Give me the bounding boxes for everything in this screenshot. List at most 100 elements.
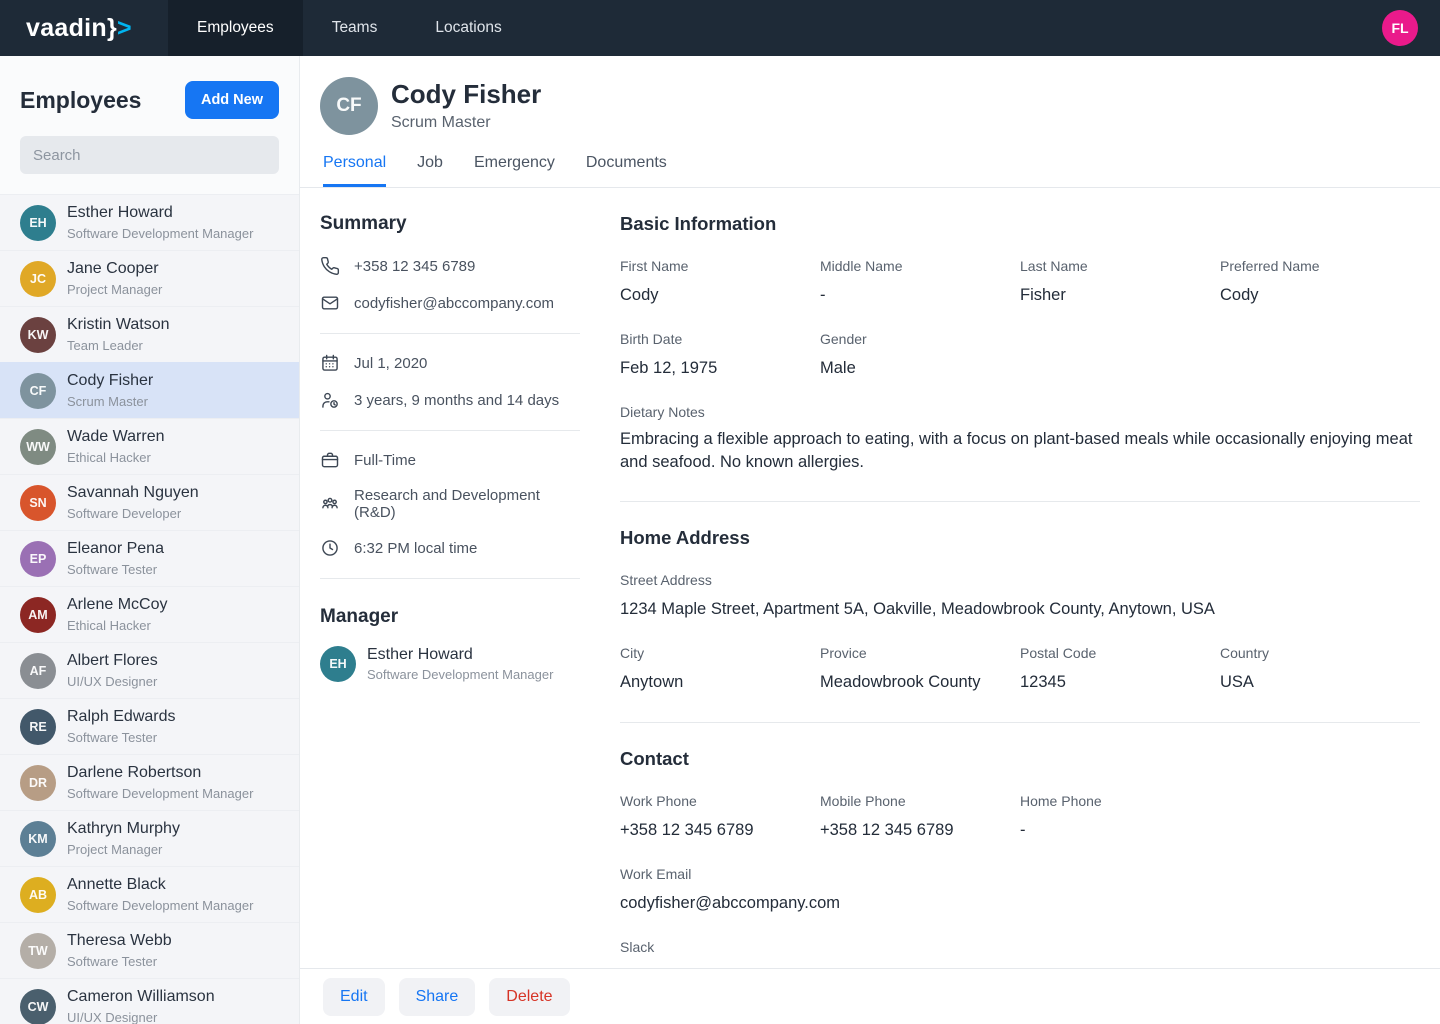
employee-role: Software Developer bbox=[67, 506, 199, 521]
field-value: Cody bbox=[620, 286, 820, 305]
profile-avatar: CF bbox=[320, 77, 378, 135]
employee-avatar: EH bbox=[20, 205, 56, 241]
employee-role: Software Development Manager bbox=[67, 898, 253, 913]
personal-tab-content: Summary +358 12 345 6789 codyfisher@abcc… bbox=[300, 188, 1440, 968]
summary-divider bbox=[320, 578, 580, 579]
employee-avatar: EP bbox=[20, 541, 56, 577]
employee-name: Esther Howard bbox=[67, 204, 253, 222]
employee-list-item[interactable]: WW Wade Warren Ethical Hacker bbox=[0, 418, 299, 474]
action-footer: Edit Share Delete bbox=[300, 968, 1440, 1024]
field-value: USA bbox=[1220, 673, 1420, 692]
summary-tenure-value: 3 years, 9 months and 14 days bbox=[354, 392, 559, 409]
summary-employment-type: Full-Time bbox=[320, 450, 580, 470]
employee-avatar: AB bbox=[20, 877, 56, 913]
search-input[interactable] bbox=[20, 136, 279, 174]
employee-avatar: CW bbox=[20, 989, 56, 1024]
summary-divider bbox=[320, 333, 580, 334]
employee-list-item[interactable]: DR Darlene Robertson Software Developmen… bbox=[0, 754, 299, 810]
employee-list-item[interactable]: KW Kristin Watson Team Leader bbox=[0, 306, 299, 362]
nav-item-teams[interactable]: Teams bbox=[303, 0, 407, 56]
employee-avatar: RE bbox=[20, 709, 56, 745]
tab-documents[interactable]: Documents bbox=[586, 154, 667, 187]
tab-emergency[interactable]: Emergency bbox=[474, 154, 555, 187]
employee-list-item[interactable]: EP Eleanor Pena Software Tester bbox=[0, 530, 299, 586]
employee-list-item[interactable]: JC Jane Cooper Project Manager bbox=[0, 250, 299, 306]
field-country: Country USA bbox=[1220, 645, 1420, 692]
edit-button[interactable]: Edit bbox=[323, 978, 385, 1016]
field-label: Country bbox=[1220, 645, 1420, 661]
employee-list-item[interactable]: RE Ralph Edwards Software Tester bbox=[0, 698, 299, 754]
summary-department-value: Research and Development (R&D) bbox=[354, 487, 580, 521]
field-label: Slack bbox=[620, 939, 1420, 955]
field-value: 12345 bbox=[1020, 673, 1220, 692]
employee-list-item[interactable]: AB Annette Black Software Development Ma… bbox=[0, 866, 299, 922]
field-value: +358 12 345 6789 bbox=[620, 821, 820, 840]
employee-name: Ralph Edwards bbox=[67, 708, 176, 726]
employee-role: Team Leader bbox=[67, 338, 170, 353]
field-label: Birth Date bbox=[620, 331, 820, 347]
employee-role: Software Tester bbox=[67, 730, 176, 745]
manager-role: Software Development Manager bbox=[367, 667, 553, 682]
field-street-address: Street Address 1234 Maple Street, Apartm… bbox=[620, 572, 1420, 619]
nav-item-locations[interactable]: Locations bbox=[406, 0, 530, 56]
employees-sidebar: Employees Add New EH Esther Howard Softw… bbox=[0, 56, 300, 1024]
summary-local-time: 6:32 PM local time bbox=[320, 538, 580, 558]
section-divider bbox=[620, 722, 1420, 723]
employee-avatar: AF bbox=[20, 653, 56, 689]
share-button[interactable]: Share bbox=[399, 978, 476, 1016]
manager-name: Esther Howard bbox=[367, 646, 553, 664]
nav-item-employees[interactable]: Employees bbox=[168, 0, 303, 56]
employee-avatar: CF bbox=[20, 373, 56, 409]
employee-list-item[interactable]: TW Theresa Webb Software Tester bbox=[0, 922, 299, 978]
profile-tabs: Personal Job Emergency Documents bbox=[323, 154, 1440, 187]
add-new-button[interactable]: Add New bbox=[185, 81, 279, 119]
employee-name: Darlene Robertson bbox=[67, 764, 253, 782]
field-label: Gender bbox=[820, 331, 1020, 347]
field-label: Postal Code bbox=[1020, 645, 1220, 661]
employee-name: Arlene McCoy bbox=[67, 596, 167, 614]
field-label: Work Phone bbox=[620, 793, 820, 809]
field-label: Dietary Notes bbox=[620, 404, 1420, 420]
profile-header: CF Cody Fisher Scrum Master Personal Job… bbox=[300, 56, 1440, 188]
employee-name: Kathryn Murphy bbox=[67, 820, 180, 838]
employee-role: Scrum Master bbox=[67, 394, 153, 409]
employee-name: Cody Fisher bbox=[67, 372, 153, 390]
employee-list-item[interactable]: SN Savannah Nguyen Software Developer bbox=[0, 474, 299, 530]
mail-icon bbox=[320, 293, 340, 313]
employee-role: UI/UX Designer bbox=[67, 1010, 215, 1024]
summary-tenure: 3 years, 9 months and 14 days bbox=[320, 390, 580, 410]
field-gender: Gender Male bbox=[820, 331, 1020, 378]
employee-avatar: KW bbox=[20, 317, 56, 353]
manager-avatar: EH bbox=[320, 646, 356, 682]
tab-personal[interactable]: Personal bbox=[323, 154, 386, 187]
employee-avatar: AM bbox=[20, 597, 56, 633]
manager-list-item[interactable]: EH Esther Howard Software Development Ma… bbox=[320, 646, 580, 682]
employee-list-item[interactable]: KM Kathryn Murphy Project Manager bbox=[0, 810, 299, 866]
employee-name: Wade Warren bbox=[67, 428, 165, 446]
employee-list-item[interactable]: EH Esther Howard Software Development Ma… bbox=[0, 194, 299, 250]
employee-list-item[interactable]: AF Albert Flores UI/UX Designer bbox=[0, 642, 299, 698]
employee-role: Project Manager bbox=[67, 282, 162, 297]
details-panel: Basic Information First Name Cody Middle… bbox=[620, 188, 1440, 968]
field-value: Anytown bbox=[620, 673, 820, 692]
team-icon bbox=[320, 494, 340, 514]
dietary-notes-text: Embracing a flexible approach to eating,… bbox=[620, 428, 1420, 475]
field-value: Feb 12, 1975 bbox=[620, 359, 820, 378]
employee-role: Software Tester bbox=[67, 562, 164, 577]
employee-name: Savannah Nguyen bbox=[67, 484, 199, 502]
employee-name: Theresa Webb bbox=[67, 932, 172, 950]
basic-information-title: Basic Information bbox=[620, 213, 1420, 235]
employee-role: Ethical Hacker bbox=[67, 618, 167, 633]
user-avatar[interactable]: FL bbox=[1382, 10, 1418, 46]
employee-list-item[interactable]: AM Arlene McCoy Ethical Hacker bbox=[0, 586, 299, 642]
delete-button[interactable]: Delete bbox=[489, 978, 569, 1016]
employee-role: Software Tester bbox=[67, 954, 172, 969]
profile-role: Scrum Master bbox=[391, 114, 541, 132]
field-label: Middle Name bbox=[820, 258, 1020, 274]
summary-local-time-value: 6:32 PM local time bbox=[354, 540, 477, 557]
employee-avatar: KM bbox=[20, 821, 56, 857]
tab-job[interactable]: Job bbox=[417, 154, 443, 187]
employee-list-item[interactable]: CW Cameron Williamson UI/UX Designer bbox=[0, 978, 299, 1024]
employee-list-item-selected[interactable]: CF Cody Fisher Scrum Master bbox=[0, 362, 299, 418]
field-label: Provice bbox=[820, 645, 1020, 661]
